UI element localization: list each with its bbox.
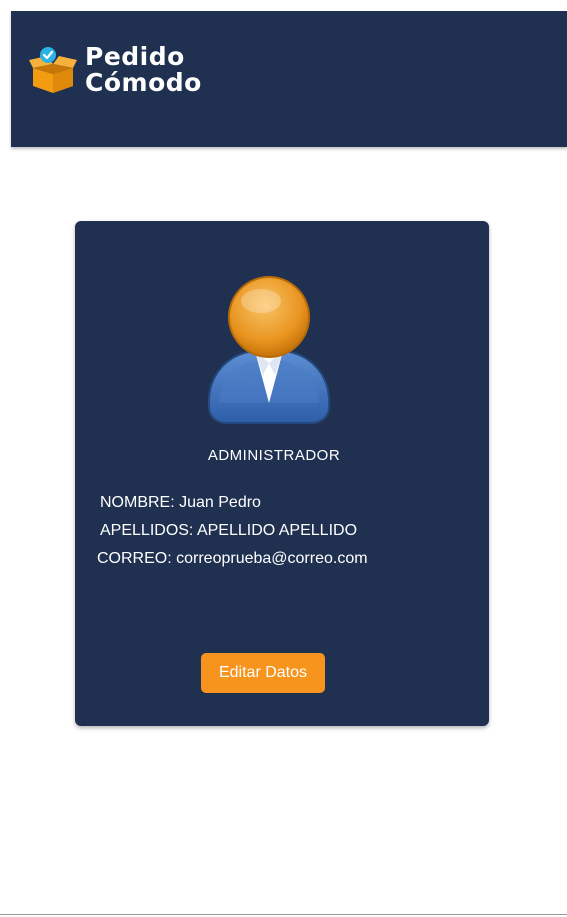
open-box-icon	[29, 47, 77, 93]
name-field: NOMBRE: Juan Pedro	[100, 494, 261, 511]
user-avatar-icon	[207, 276, 331, 424]
profile-card: ADMINISTRADOR NOMBRE: Juan Pedro APELLID…	[75, 221, 489, 726]
surnames-field: APELLIDOS: APELLIDO APELLIDO	[100, 522, 358, 539]
edit-profile-button[interactable]: Editar Datos	[201, 653, 325, 693]
app-header: Pedido Cómodo	[11, 11, 567, 147]
role-label: ADMINISTRADOR	[207, 447, 341, 464]
profile-page: Pedido Cómodo ADMINISTRADOR NOMBRE: Juan…	[0, 0, 567, 917]
brand-name-line2: Cómodo	[85, 68, 202, 97]
brand-name: Pedido Cómodo	[85, 44, 202, 96]
brand-name-line1: Pedido	[85, 42, 185, 71]
bottom-divider	[0, 914, 567, 915]
email-field: CORREO: correoprueba@correo.com	[97, 550, 368, 567]
brand-logo[interactable]: Pedido Cómodo	[27, 44, 202, 96]
